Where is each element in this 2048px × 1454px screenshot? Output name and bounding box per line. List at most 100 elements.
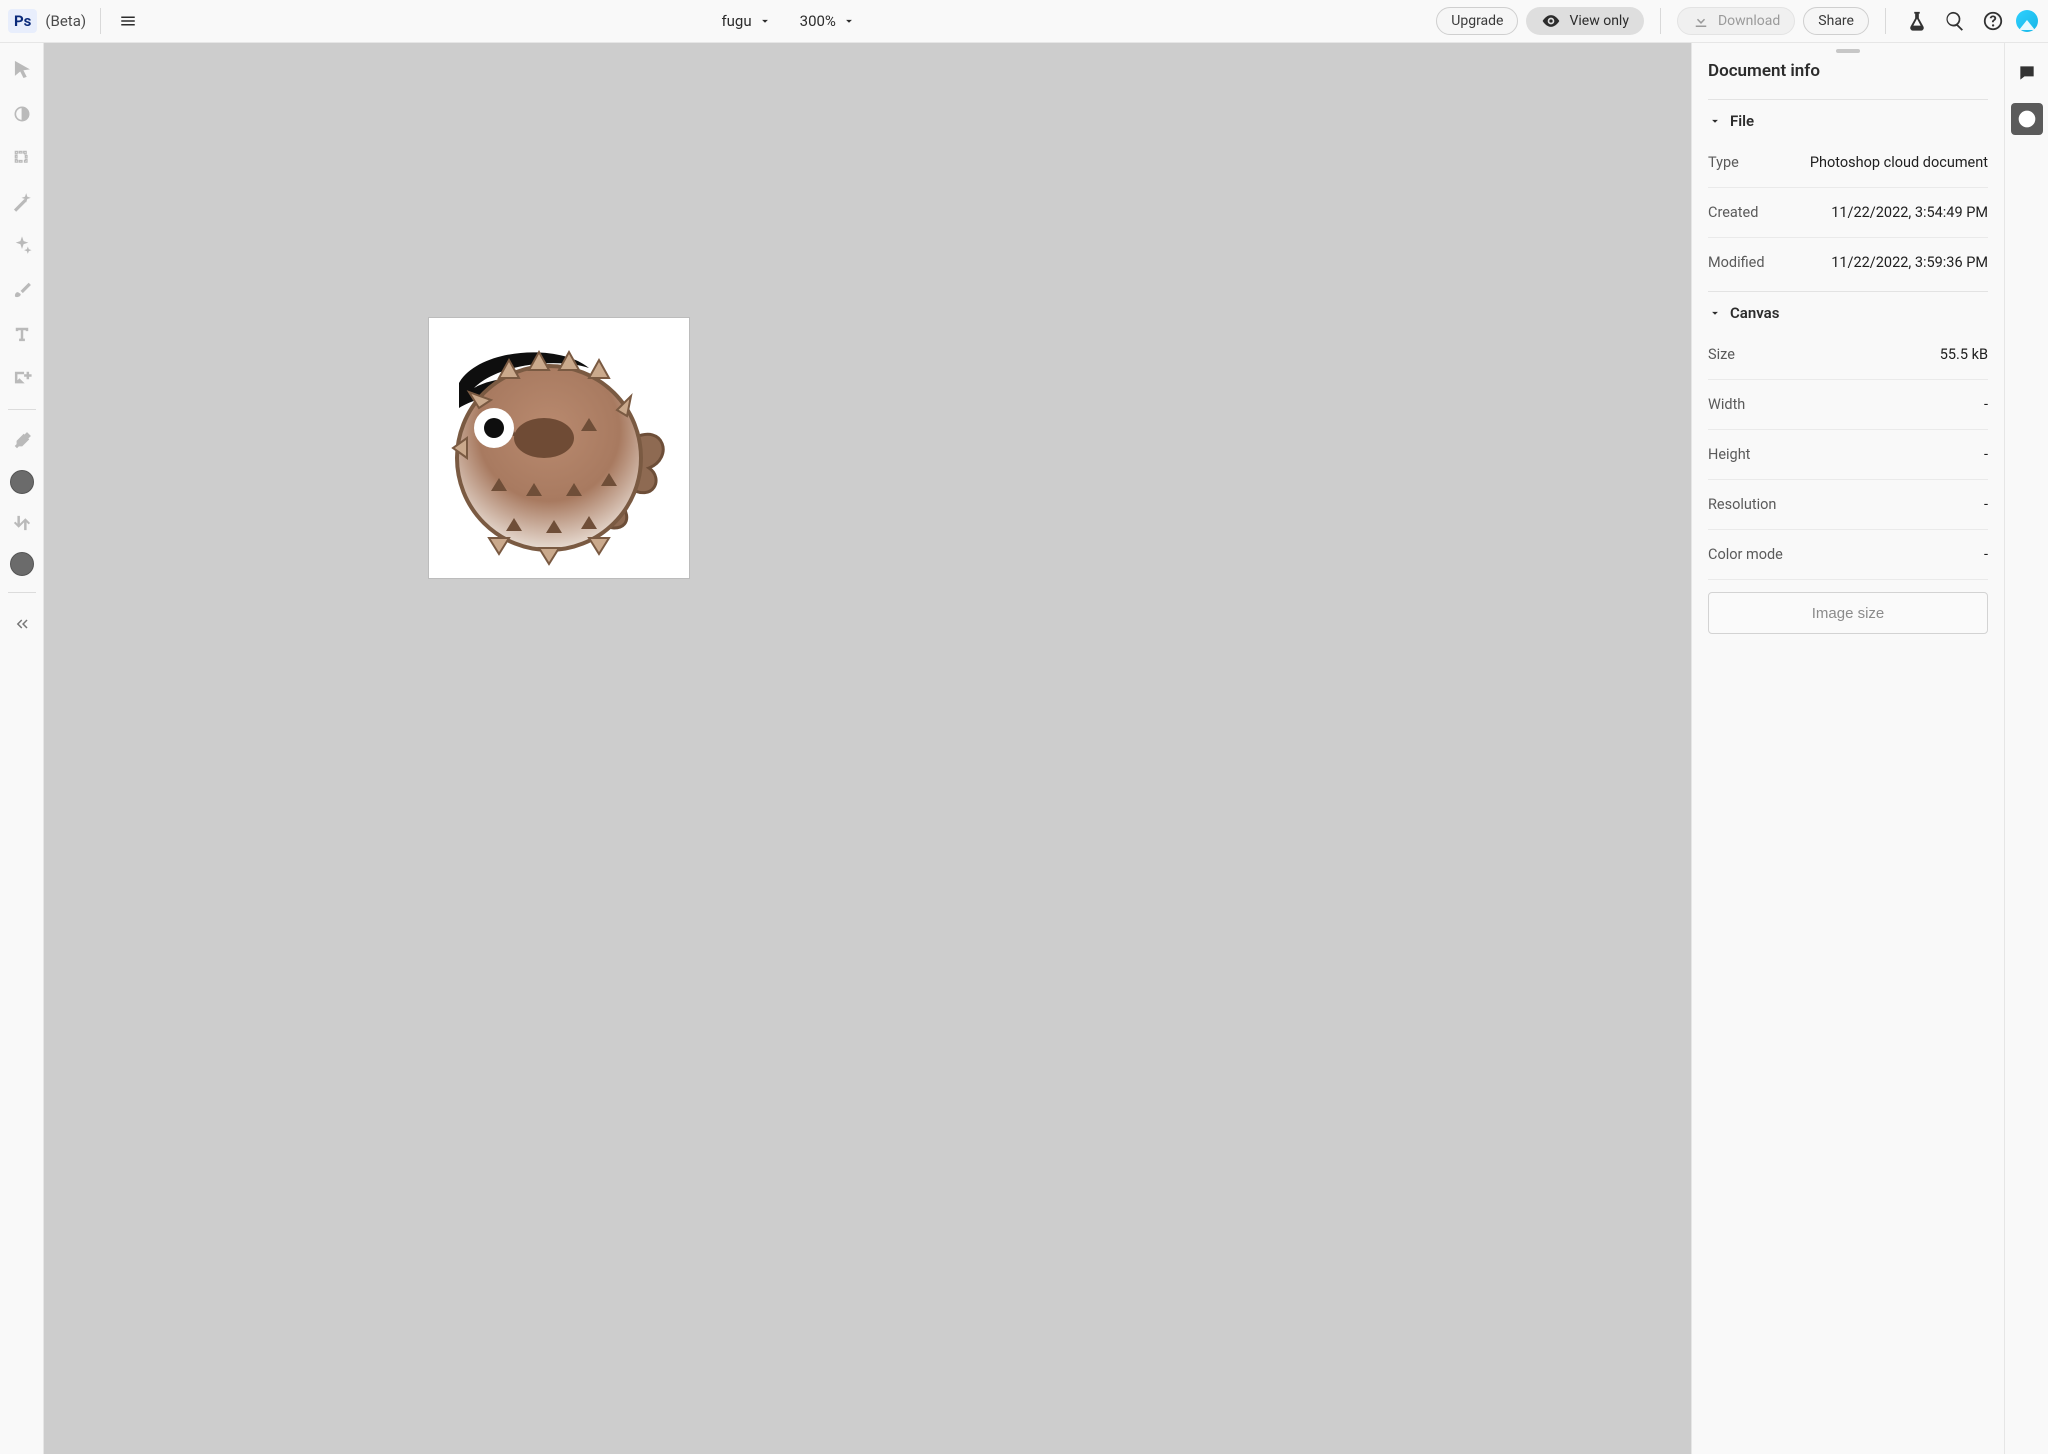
view-only-badge[interactable]: View only <box>1526 7 1643 35</box>
document-info-panel: Document info File Type Photoshop cloud … <box>1692 61 2004 650</box>
adjust-tool[interactable] <box>7 99 37 129</box>
download-label: Download <box>1718 13 1780 29</box>
canvas-colormode-row: Color mode - <box>1708 530 1988 580</box>
fugu-image <box>439 328 679 568</box>
canvas-area[interactable] <box>44 43 1691 1454</box>
chevron-down-icon <box>842 14 856 28</box>
app-logo: Ps <box>8 9 37 33</box>
search-button[interactable] <box>1940 6 1970 36</box>
colormode-value: - <box>1984 546 1988 563</box>
canvas-heading: Canvas <box>1730 304 1779 322</box>
width-value: - <box>1984 396 1988 413</box>
zoom-dropdown[interactable]: 300% <box>800 12 856 30</box>
upgrade-label: Upgrade <box>1451 13 1503 29</box>
hamburger-icon <box>119 12 137 30</box>
canvas-size-row: Size 55.5 kB <box>1708 330 1988 380</box>
brush-icon <box>12 280 32 300</box>
ai-tool[interactable] <box>7 231 37 261</box>
resolution-label: Resolution <box>1708 496 1776 513</box>
toolbar-divider <box>8 592 36 593</box>
sparkle-icon <box>12 236 32 256</box>
file-heading: File <box>1730 112 1754 130</box>
marquee-icon <box>12 148 32 168</box>
size-value: 55.5 kB <box>1940 346 1988 363</box>
file-created-row: Created 11/22/2022, 3:54:49 PM <box>1708 188 1988 238</box>
help-icon <box>1982 10 2004 32</box>
background-color[interactable] <box>10 552 34 576</box>
panel-title: Document info <box>1708 61 1988 81</box>
beaker-icon <box>1906 10 1928 32</box>
topbar-right: Upgrade View only Download Share <box>1436 6 2038 36</box>
search-icon <box>1944 10 1966 32</box>
download-button[interactable]: Download <box>1677 7 1795 35</box>
labs-button[interactable] <box>1902 6 1932 36</box>
right-panel: Document info File Type Photoshop cloud … <box>1691 43 2004 1454</box>
type-value: Photoshop cloud document <box>1810 154 1988 171</box>
main: Document info File Type Photoshop cloud … <box>0 43 2048 1454</box>
height-value: - <box>1984 446 1988 463</box>
user-avatar[interactable] <box>2016 10 2038 32</box>
magic-tool[interactable] <box>7 187 37 217</box>
canvas-section: Canvas Size 55.5 kB Width - Height - Res… <box>1708 291 1988 634</box>
upgrade-button[interactable]: Upgrade <box>1436 7 1518 35</box>
zoom-value: 300% <box>800 12 836 30</box>
size-label: Size <box>1708 346 1735 363</box>
select-tool[interactable] <box>7 143 37 173</box>
eyedropper-tool[interactable] <box>7 426 37 456</box>
separator <box>1660 8 1661 34</box>
eye-icon <box>1541 11 1561 31</box>
brush-tool[interactable] <box>7 275 37 305</box>
width-label: Width <box>1708 396 1745 413</box>
menu-button[interactable] <box>115 8 141 34</box>
info-icon <box>2017 109 2037 129</box>
modified-label: Modified <box>1708 254 1765 271</box>
resolution-value: - <box>1984 496 1988 513</box>
foreground-color[interactable] <box>10 470 34 494</box>
swap-icon <box>12 513 32 533</box>
chevron-down-icon <box>1708 114 1722 128</box>
file-section: File Type Photoshop cloud document Creat… <box>1708 99 1988 287</box>
artboard <box>429 318 689 578</box>
download-icon <box>1692 12 1710 30</box>
info-tab[interactable] <box>2011 103 2043 135</box>
comment-icon <box>2017 63 2037 83</box>
document-dropdown[interactable]: fugu <box>721 12 771 30</box>
image-size-button[interactable]: Image size <box>1708 592 1988 634</box>
text-icon <box>12 324 32 344</box>
toolbar-divider <box>8 409 36 410</box>
view-only-label: View only <box>1569 13 1628 29</box>
colormode-label: Color mode <box>1708 546 1783 563</box>
comments-tab[interactable] <box>2011 57 2043 89</box>
beta-label: (Beta) <box>45 12 86 30</box>
eyedropper-icon <box>12 431 32 451</box>
move-tool[interactable] <box>7 55 37 85</box>
canvas-section-header[interactable]: Canvas <box>1708 304 1988 322</box>
share-label: Share <box>1818 13 1854 29</box>
place-tool[interactable] <box>7 363 37 393</box>
collapse-toolbar[interactable] <box>7 609 37 639</box>
topbar: Ps (Beta) fugu 300% Upgrade View only Do… <box>0 0 2048 43</box>
share-button[interactable]: Share <box>1803 7 1869 35</box>
half-circle-icon <box>12 104 32 124</box>
chevron-down-icon <box>1708 306 1722 320</box>
created-label: Created <box>1708 204 1758 221</box>
swap-colors[interactable] <box>7 508 37 538</box>
canvas-resolution-row: Resolution - <box>1708 480 1988 530</box>
height-label: Height <box>1708 446 1750 463</box>
image-plus-icon <box>12 368 32 388</box>
chevrons-left-icon <box>13 615 31 633</box>
right-rail <box>2004 43 2048 1454</box>
left-toolbar <box>0 43 44 1454</box>
document-name: fugu <box>721 12 751 30</box>
panel-drag-handle[interactable] <box>1836 49 1860 53</box>
help-button[interactable] <box>1978 6 2008 36</box>
cursor-icon <box>12 60 32 80</box>
file-type-row: Type Photoshop cloud document <box>1708 138 1988 188</box>
separator <box>100 8 101 34</box>
file-section-header[interactable]: File <box>1708 112 1988 130</box>
topbar-center: fugu 300% <box>721 12 855 30</box>
type-tool[interactable] <box>7 319 37 349</box>
chevron-down-icon <box>758 14 772 28</box>
file-modified-row: Modified 11/22/2022, 3:59:36 PM <box>1708 238 1988 287</box>
canvas-height-row: Height - <box>1708 430 1988 480</box>
